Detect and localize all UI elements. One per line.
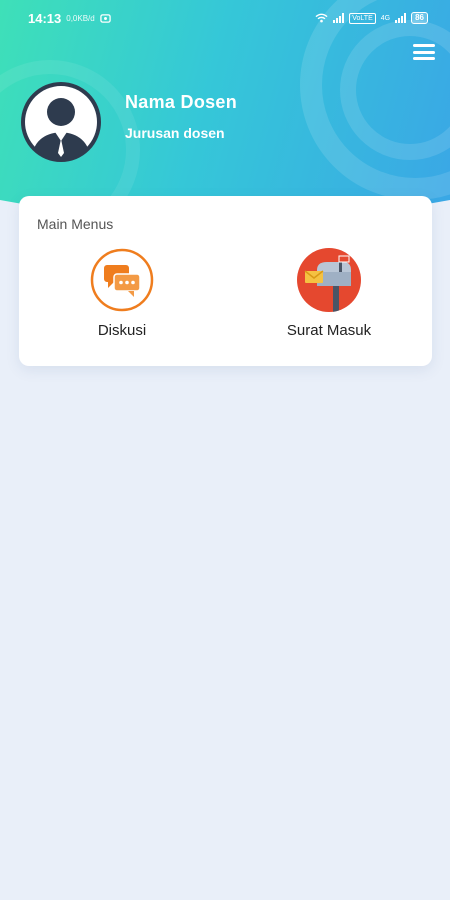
- main-menu-card: Main Menus Diskusi Surat Masuk: [19, 196, 432, 366]
- notification-icon: [99, 13, 111, 23]
- signal-icon: [395, 13, 407, 23]
- signal-icon: [333, 13, 345, 23]
- profile-name: Nama Dosen: [125, 92, 238, 112]
- menu-item-label: Diskusi: [97, 322, 147, 339]
- mailbox-icon: [297, 248, 361, 312]
- menu-item-diskusi[interactable]: Diskusi: [57, 248, 187, 343]
- main-menu-title: Main Menus: [37, 216, 114, 232]
- network-type: 4G: [380, 14, 391, 22]
- menu-item-surat-masuk[interactable]: Surat Masuk: [264, 248, 394, 343]
- user-avatar-icon: [21, 82, 101, 162]
- status-bar: 14:13 0,0KB/d VoLTE 4G 86: [0, 0, 450, 36]
- volte-badge: VoLTE: [349, 12, 376, 24]
- profile-department: Jurusan dosen: [125, 125, 225, 141]
- hamburger-menu-icon[interactable]: [412, 42, 436, 62]
- menu-item-label: Surat Masuk: [286, 322, 372, 339]
- wifi-icon: [315, 13, 328, 23]
- status-time: 14:13: [28, 10, 62, 26]
- chat-bubbles-icon: [90, 248, 154, 312]
- battery-indicator: 86: [411, 12, 428, 24]
- network-speed: 0,0KB/d: [66, 13, 95, 23]
- avatar[interactable]: [18, 79, 104, 165]
